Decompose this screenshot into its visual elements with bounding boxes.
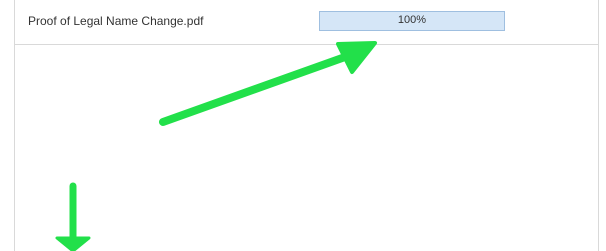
annotation-overlay [55,41,377,251]
annotation-arrow-diagonal [159,41,377,126]
upload-panel: Proof of Legal Name Change.pdf 100% [0,0,606,251]
annotation-arrow-down [55,182,91,251]
